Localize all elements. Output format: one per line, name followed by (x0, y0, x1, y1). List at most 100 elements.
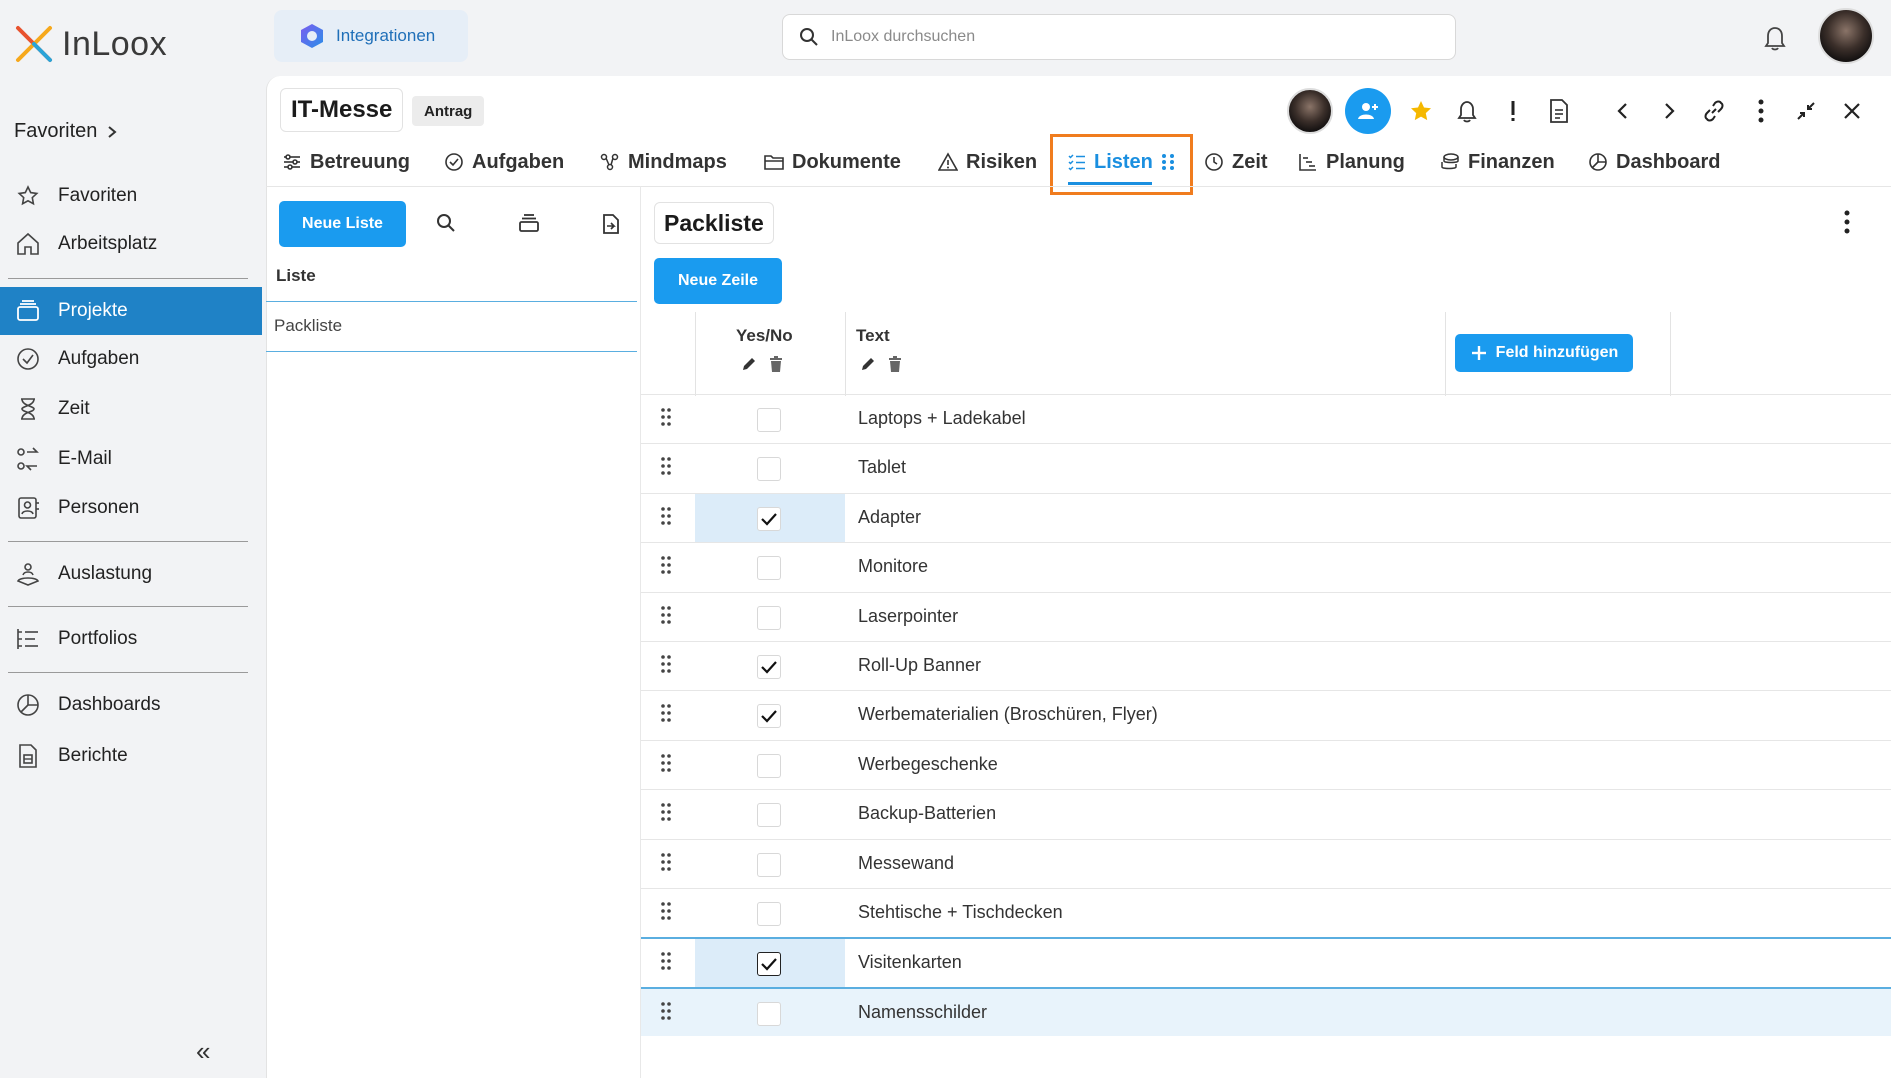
table-row[interactable]: Adapter (641, 492, 1891, 543)
checkbox[interactable] (757, 902, 781, 926)
tab-dashboard[interactable]: Dashboard (1588, 146, 1720, 178)
app-logo[interactable]: InLoox (14, 24, 167, 64)
user-avatar[interactable] (1818, 8, 1874, 64)
drag-handle-icon[interactable] (661, 902, 671, 920)
favorite-star-button[interactable] (1406, 96, 1436, 126)
row-text[interactable]: Laptops + Ladekabel (858, 408, 1026, 429)
drag-handle-icon[interactable] (661, 408, 671, 426)
drag-handle-icon[interactable] (661, 704, 671, 723)
sidebar-item-favoriten[interactable]: Favoriten (0, 172, 262, 220)
row-text[interactable]: Roll-Up Banner (858, 655, 981, 676)
table-row[interactable]: Stehtische + Tischdecken (641, 888, 1891, 937)
notifications-button[interactable] (1762, 24, 1788, 52)
sidebar-item-zeit[interactable]: Zeit (0, 385, 262, 433)
checkbox-checked[interactable] (757, 655, 781, 679)
minimize-button[interactable] (1791, 96, 1821, 126)
row-text[interactable]: Werbematerialien (Broschüren, Flyer) (858, 704, 1158, 725)
tab-mindmaps[interactable]: Mindmaps (600, 146, 727, 178)
drag-handle-icon[interactable] (661, 655, 671, 673)
table-row[interactable]: Namensschilder (641, 986, 1891, 1037)
drag-handle-icon[interactable] (661, 506, 671, 525)
tab-aufgaben[interactable]: Aufgaben (444, 146, 564, 178)
close-button[interactable] (1837, 96, 1867, 126)
sidebar-item-berichte[interactable]: Berichte (0, 732, 262, 780)
row-text[interactable]: Adapter (858, 507, 921, 528)
add-member-button[interactable] (1345, 88, 1391, 134)
list-more-options-button[interactable] (1844, 210, 1850, 234)
checkbox-checked[interactable] (757, 704, 781, 729)
new-list-button[interactable]: Neue Liste (279, 201, 406, 247)
copy-link-button[interactable] (1699, 96, 1729, 126)
drag-handle-icon[interactable] (661, 803, 671, 821)
drag-handle-icon[interactable] (661, 457, 671, 476)
table-row[interactable]: Tablet (641, 443, 1891, 492)
project-member-avatar[interactable] (1287, 88, 1333, 134)
favorites-header[interactable]: Favoriten (14, 120, 119, 143)
checkbox-checked[interactable] (757, 952, 781, 977)
checkbox[interactable] (757, 408, 781, 432)
more-options-button[interactable] (1746, 96, 1776, 126)
integrations-button[interactable]: Integrationen (274, 10, 468, 62)
sidebar-item-projekte[interactable]: Projekte (0, 287, 262, 335)
sidebar-item-auslastung[interactable]: Auslastung (0, 550, 262, 598)
pencil-icon[interactable] (860, 356, 876, 372)
tab-finanzen[interactable]: Finanzen (1440, 146, 1555, 178)
row-text[interactable]: Tablet (858, 457, 906, 478)
checkbox-checked[interactable] (757, 506, 781, 531)
drag-handle-icon[interactable] (661, 952, 671, 971)
checkbox[interactable] (757, 753, 781, 778)
checkbox[interactable] (757, 803, 781, 828)
search-lists-button[interactable] (436, 213, 456, 233)
global-search[interactable] (782, 14, 1456, 60)
row-text[interactable]: Namensschilder (858, 1002, 987, 1023)
checkbox[interactable] (757, 605, 781, 630)
checkbox[interactable] (757, 1001, 781, 1026)
table-row[interactable]: Messewand (641, 838, 1891, 888)
add-field-button[interactable]: Feld hinzufügen (1455, 334, 1633, 372)
table-row[interactable]: Laptops + Ladekabel (641, 394, 1891, 443)
table-row[interactable]: Werbematerialien (Broschüren, Flyer) (641, 690, 1891, 739)
new-row-button[interactable]: Neue Zeile (654, 258, 782, 304)
row-text[interactable]: Backup-Batterien (858, 803, 996, 824)
checkbox[interactable] (757, 852, 781, 877)
status-badge[interactable]: Antrag (412, 96, 485, 126)
checkbox[interactable] (757, 556, 781, 581)
sidebar-item-personen[interactable]: Personen (0, 484, 262, 532)
drag-handle-icon[interactable] (661, 1001, 671, 1020)
next-project-button[interactable] (1654, 96, 1684, 126)
table-row[interactable]: Monitore (641, 542, 1891, 591)
priority-button[interactable] (1498, 96, 1528, 126)
row-text[interactable]: Laserpointer (858, 606, 958, 627)
project-report-button[interactable] (1544, 96, 1574, 126)
drag-handle-icon[interactable] (661, 605, 671, 624)
drag-handle-icon[interactable] (661, 753, 671, 772)
tab-risiken[interactable]: Risiken (938, 146, 1037, 178)
row-text[interactable]: Messewand (858, 853, 954, 874)
tab-planung[interactable]: Planung (1298, 146, 1405, 178)
archive-lists-button[interactable] (518, 213, 540, 233)
table-row[interactable]: Werbegeschenke (641, 739, 1891, 789)
row-text[interactable]: Visitenkarten (858, 952, 962, 973)
list-title[interactable]: Packliste (654, 202, 774, 244)
sidebar-item-email[interactable]: E-Mail (0, 435, 262, 483)
row-text[interactable]: Monitore (858, 556, 928, 577)
drag-handle-icon[interactable] (661, 556, 671, 574)
collapse-sidebar-button[interactable]: « (196, 1036, 210, 1067)
project-title[interactable]: IT-Messe (280, 88, 404, 132)
table-row[interactable]: Visitenkarten (641, 937, 1891, 987)
row-text[interactable]: Werbegeschenke (858, 754, 998, 775)
tab-dokumente[interactable]: Dokumente (764, 146, 901, 178)
table-row[interactable]: Roll-Up Banner (641, 641, 1891, 690)
checkbox[interactable] (757, 457, 781, 482)
trash-icon[interactable] (769, 356, 783, 372)
tab-zeit[interactable]: Zeit (1204, 146, 1268, 178)
tab-betreuung[interactable]: Betreuung (282, 146, 410, 178)
list-item[interactable]: Packliste (274, 316, 342, 336)
drag-handle-icon[interactable] (661, 852, 671, 871)
previous-project-button[interactable] (1608, 96, 1638, 126)
pencil-icon[interactable] (741, 356, 757, 372)
table-row[interactable]: Laserpointer (641, 591, 1891, 641)
table-row[interactable]: Backup-Batterien (641, 789, 1891, 838)
sidebar-item-portfolios[interactable]: Portfolios (0, 615, 262, 663)
project-notifications-button[interactable] (1452, 96, 1482, 126)
